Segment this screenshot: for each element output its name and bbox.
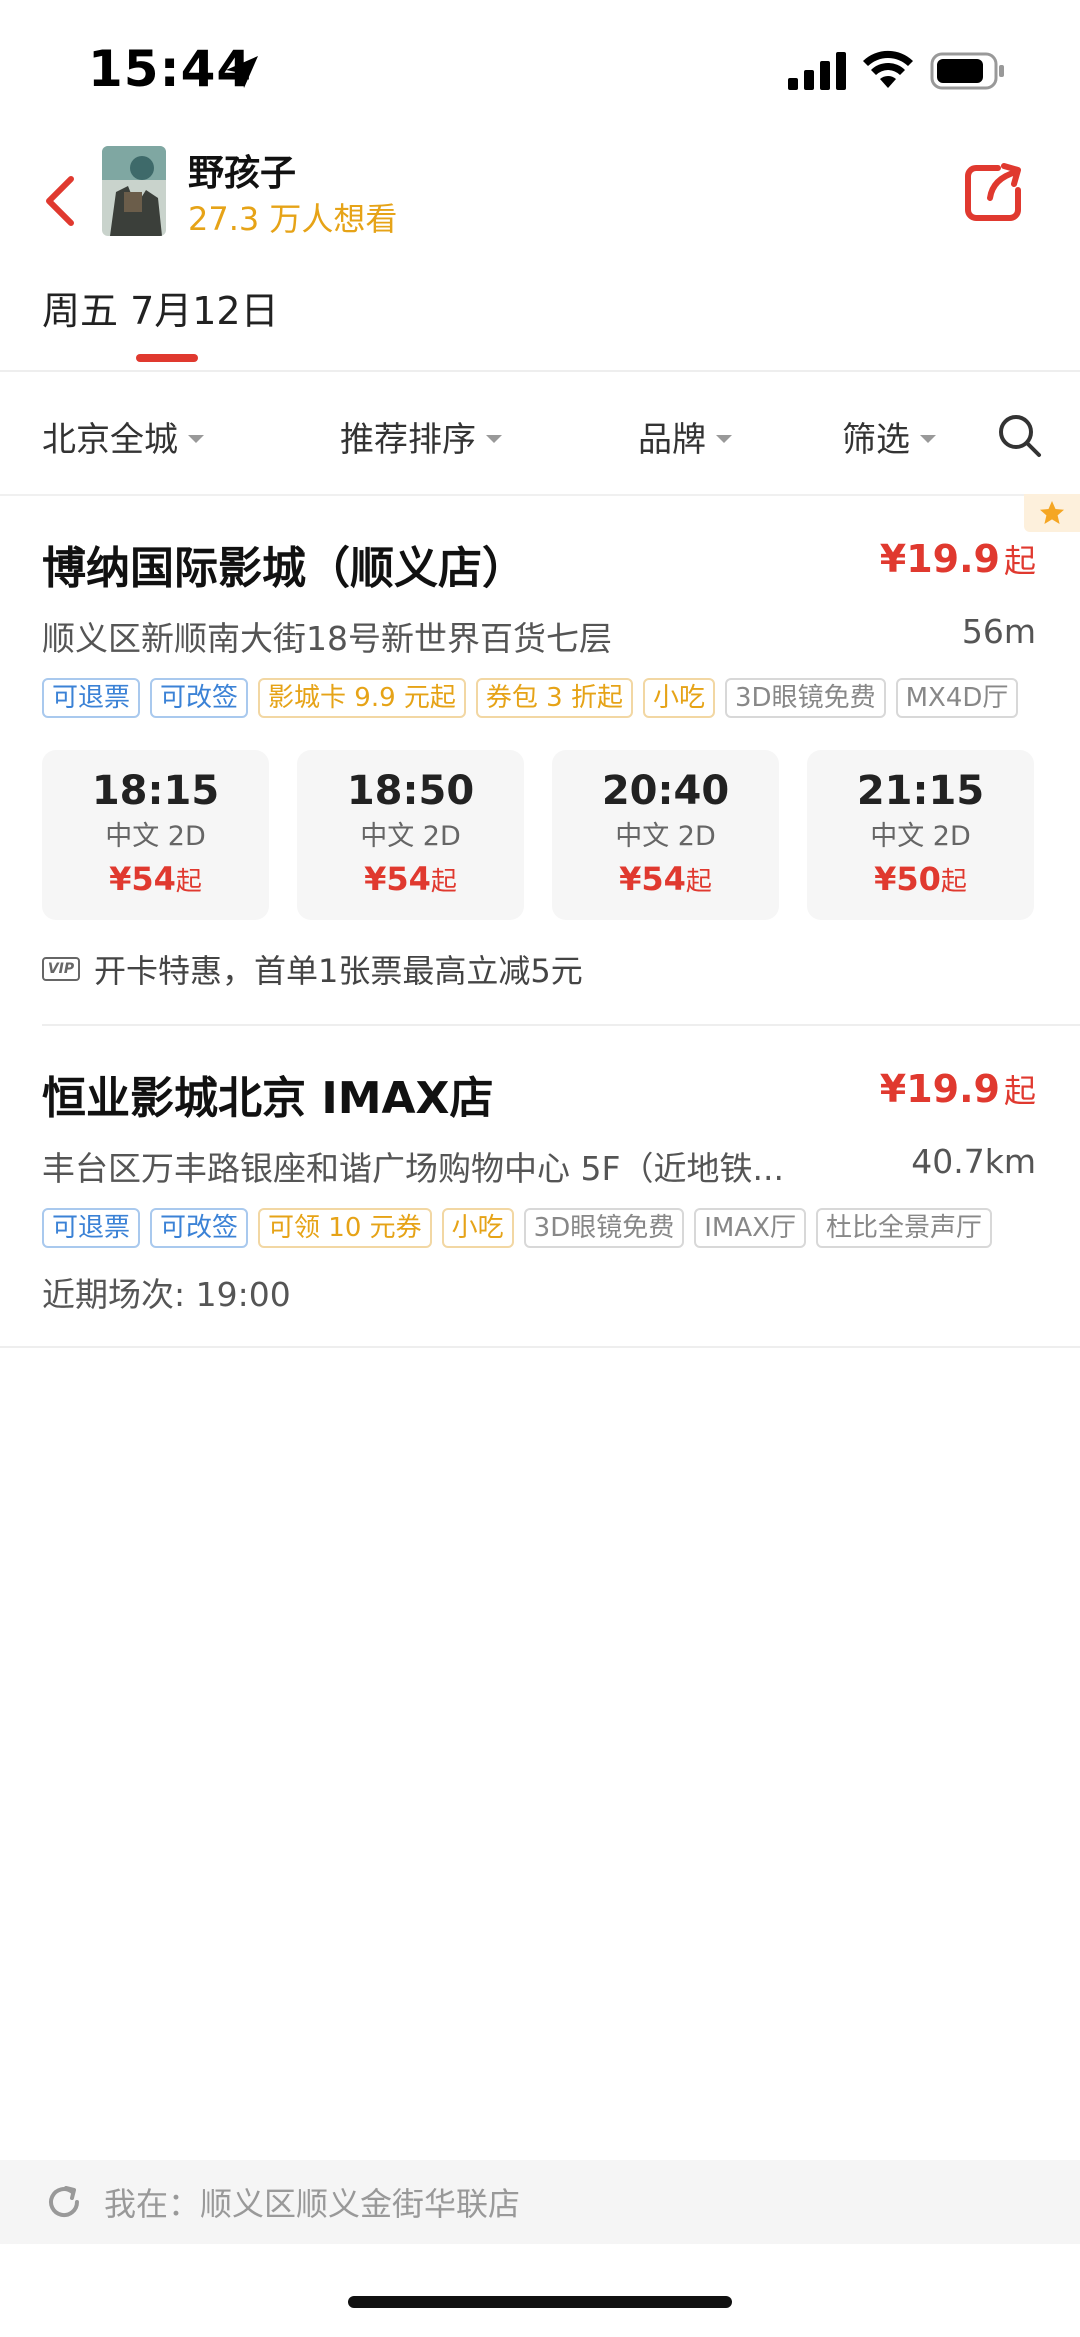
showtime-format: 中文 2D [360,821,461,852]
showtime-price: ¥50起 [807,856,1034,905]
tab-date[interactable]: 周五 7月12日 [42,280,279,335]
caret-down-icon [920,434,936,443]
showtime-time: 21:15 [856,768,985,814]
filter-city[interactable]: 北京全城 [42,412,204,461]
price-suffix: 起 [430,867,457,897]
showtime-price: ¥54起 [552,856,779,905]
tag-reschedulable: 可改签 [150,1208,249,1248]
showtime-format: 中文 2D [870,821,971,852]
cinema-price: ¥19.9 起 [880,1066,1036,1112]
tag-refundable: 可退票 [42,1208,141,1248]
promo-text: 开卡特惠，首单1张票最高立减5元 [94,952,583,990]
vip-promo[interactable]: VIP 开卡特惠，首单1张票最高立减5元 [42,946,583,992]
showtime-card[interactable]: 21:15 中文 2D ¥50起 [807,750,1034,920]
home-indicator [348,2296,732,2308]
showtime-price: ¥54起 [297,856,524,905]
price-suffix: 起 [940,867,967,897]
cinema-price-value: ¥19.9 [879,1067,1000,1111]
caret-down-icon [188,434,204,443]
showtime-card[interactable]: 20:40 中文 2D ¥54起 [552,750,779,920]
want-to-watch-count: 27.3 万人想看 [188,200,398,238]
showtime-format: 中文 2D [615,821,716,852]
cinema-card[interactable]: 博纳国际影城（顺义店） ¥19.9 起 顺义区新顺南大街18号新世界百货七层 56… [0,496,1080,1024]
filter-bar: 北京全城 推荐排序 品牌 筛选 [0,372,1080,494]
tab-active-indicator [136,354,198,362]
filter-more[interactable]: 筛选 [842,412,936,461]
battery-icon [930,52,1004,90]
filter-brand-label: 品牌 [638,420,706,460]
tag-cinema-card: 影城卡 9.9 元起 [258,678,466,718]
cinema-price: ¥19.9 起 [880,536,1036,582]
status-bar: 15:44 [0,0,1080,140]
cinema-address: 丰台区万丰路银座和谐广场购物中心 5F（近地铁... [42,1149,784,1188]
showtime-time: 18:50 [346,768,475,814]
filter-brand[interactable]: 品牌 [638,412,732,461]
chevron-left-icon [46,176,74,226]
caret-down-icon [716,434,732,443]
showtime-format: 中文 2D [105,821,206,852]
movie-poster[interactable] [102,146,166,236]
filter-sort-label: 推荐排序 [340,420,476,460]
showtime-card[interactable]: 18:50 中文 2D ¥54起 [297,750,524,920]
divider [0,1346,1080,1348]
cinema-distance: 56m [961,612,1036,651]
tag-dolby-atmos: 杜比全景声厅 [815,1208,992,1248]
showtime-card[interactable]: 18:15 中文 2D ¥54起 [42,750,269,920]
showtime-list: 18:15 中文 2D ¥54起 18:50 中文 2D ¥54起 20:40 … [42,750,1034,920]
current-location-bar[interactable]: 我在：顺义区顺义金街华联店 [0,2160,1080,2244]
cinema-tags: 可退票 可改签 可领 10 元券 小吃 3D眼镜免费 IMAX厅 杜比全景声厅 [42,1208,992,1248]
current-location-text: 我在：顺义区顺义金街华联店 [104,2185,521,2223]
cinema-card[interactable]: 恒业影城北京 IMAX店 ¥19.9 起 丰台区万丰路银座和谐广场购物中心 5F（… [0,1026,1080,1346]
tag-coupon-pack: 券包 3 折起 [475,678,633,718]
price-suffix: 起 [1003,542,1036,580]
tag-hall-type: IMAX厅 [694,1208,806,1248]
page: 15:44 野孩子 27.3 万人想看 周五 7月12日 北京全城 推荐排序 品… [0,0,1080,2337]
showtime-price-value: ¥54 [364,860,431,898]
showtime-time: 20:40 [601,768,730,814]
recent-showtimes: 近期场次: 19:00 [42,1275,291,1314]
cinema-price-value: ¥19.9 [879,537,1000,581]
tag-snacks: 小吃 [643,678,716,718]
location-arrow-icon [226,56,258,88]
cellular-signal-icon [788,52,846,90]
tag-refundable: 可退票 [42,678,141,718]
price-suffix: 起 [1003,1072,1036,1110]
share-icon[interactable] [958,158,1028,228]
price-suffix: 起 [685,867,712,897]
showtime-price: ¥54起 [42,856,269,905]
movie-title: 野孩子 [188,153,297,194]
cinema-name: 博纳国际影城（顺义店） [42,543,526,594]
movie-header: 野孩子 27.3 万人想看 [0,140,1080,270]
showtime-price-value: ¥54 [619,860,686,898]
filter-city-label: 北京全城 [42,420,178,460]
refresh-icon[interactable] [44,2182,84,2222]
filter-sort[interactable]: 推荐排序 [340,412,502,461]
cinema-name: 恒业影城北京 IMAX店 [42,1073,494,1124]
tag-coupon: 可领 10 元券 [258,1208,432,1248]
showtime-time: 18:15 [91,768,220,814]
caret-down-icon [486,434,502,443]
cinema-tags: 可退票 可改签 影城卡 9.9 元起 券包 3 折起 小吃 3D眼镜免费 MX4… [42,678,1019,718]
showtime-price-value: ¥54 [109,860,176,898]
price-suffix: 起 [175,867,202,897]
tag-3d-glasses: 3D眼镜免费 [725,678,886,718]
search-icon[interactable] [996,412,1042,458]
cinema-address: 顺义区新顺南大街18号新世界百货七层 [42,619,612,658]
tag-snacks: 小吃 [441,1208,514,1248]
tag-reschedulable: 可改签 [150,678,249,718]
tag-hall-type: MX4D厅 [895,678,1019,718]
cinema-distance: 40.7km [911,1142,1036,1181]
filter-more-label: 筛选 [842,420,910,460]
wifi-icon [863,50,913,88]
showtime-price-value: ¥50 [874,860,941,898]
tag-3d-glasses: 3D眼镜免费 [523,1208,685,1248]
vip-card-icon: VIP [42,957,80,981]
back-button[interactable] [30,166,90,236]
